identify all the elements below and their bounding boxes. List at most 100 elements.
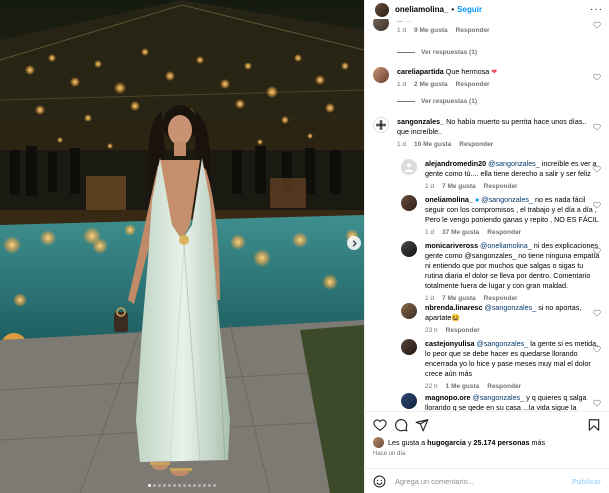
replies-line: [397, 52, 415, 53]
reply-button[interactable]: Responder: [446, 326, 480, 336]
liker-avatar[interactable]: [373, 437, 384, 448]
reply-mention[interactable]: @sangonzales_: [473, 393, 525, 402]
likes-joiner: y: [467, 438, 472, 447]
view-replies-toggle[interactable]: Ver respuestas (1): [397, 98, 477, 105]
commenter-username[interactable]: sangonzales_: [397, 117, 444, 126]
view-replies-label: Ver respuestas (1): [421, 49, 478, 56]
replier-avatar[interactable]: [401, 241, 417, 257]
like-reply-icon[interactable]: [593, 345, 601, 353]
header-separator: •: [451, 5, 455, 14]
reply-text: magnopo.ore @sangonzales_ y q quieres q …: [425, 393, 600, 411]
reply-text: nbrenda.linaresc @sangonzales_ si no apo…: [425, 303, 600, 323]
reply-mention[interactable]: @sangonzales_: [481, 195, 533, 204]
reply-likes[interactable]: 7 Me gusta: [442, 182, 476, 192]
commenter-avatar[interactable]: [373, 117, 389, 133]
slide-indicator: [0, 484, 364, 487]
likes-suffix: más: [531, 438, 546, 447]
comment-input[interactable]: [395, 476, 572, 486]
reply-item: castejonyulisa @sangonzales_ la gente si…: [401, 339, 600, 392]
more-options-icon[interactable]: ···: [590, 4, 603, 15]
replier-avatar[interactable]: [401, 393, 417, 409]
replies-line: [397, 101, 415, 102]
reply-button[interactable]: Responder: [456, 80, 490, 90]
default-user-icon: [404, 163, 414, 172]
share-icon[interactable]: [415, 418, 429, 432]
replier-username[interactable]: castejonyulisa: [425, 339, 475, 348]
reply-time: 22 h: [425, 383, 438, 390]
reply-likes[interactable]: 1 Me gusta: [446, 382, 480, 392]
reply-mention[interactable]: @sangonzales_: [485, 303, 537, 312]
slide-dot: [178, 484, 181, 487]
like-comment-icon[interactable]: [593, 73, 601, 81]
follow-button[interactable]: Seguir: [457, 5, 482, 14]
post-side-panel: oneliamolina_ • Seguir ··· ... ... 1 d 9…: [364, 0, 609, 493]
slide-dot: [208, 484, 211, 487]
post-comment-button[interactable]: Publicar: [572, 477, 601, 486]
post-actions: Les gusta a hugogarcia y 25.174 personas…: [365, 411, 609, 457]
reply-button[interactable]: Responder: [459, 140, 493, 150]
bookmark-icon[interactable]: [587, 418, 601, 432]
verified-author-icon: ●: [474, 195, 480, 204]
comment-body: careliapartida Que hermosa ❤ 1 d 2 Me gu…: [397, 67, 597, 90]
comment-icon[interactable]: [394, 418, 408, 432]
reply-body: magnopo.ore @sangonzales_ y q quieres q …: [425, 393, 600, 411]
comment-time: 1 d: [397, 141, 407, 148]
comment-likes[interactable]: 9 Me gusta: [414, 26, 448, 36]
reply-button[interactable]: Responder: [487, 228, 521, 238]
comments-list[interactable]: ... ... 1 d 9 Me gusta Responder Ver res…: [365, 19, 609, 411]
reply-item: nbrenda.linaresc @sangonzales_ si no apo…: [401, 303, 600, 336]
commenter-username[interactable]: careliapartida: [397, 67, 444, 76]
reply-body: nbrenda.linaresc @sangonzales_ si no apo…: [425, 303, 600, 336]
author-avatar[interactable]: [375, 2, 389, 17]
like-reply-icon[interactable]: [593, 201, 601, 209]
reply-likes[interactable]: 37 Me gusta: [442, 228, 479, 238]
reply-time: 1 d: [425, 229, 435, 236]
commenter-avatar[interactable]: [373, 67, 389, 83]
replier-username[interactable]: monicariveross: [425, 241, 478, 250]
replier-avatar[interactable]: [401, 303, 417, 319]
replier-username[interactable]: magnopo.ore: [425, 393, 471, 402]
like-comment-icon[interactable]: [593, 123, 601, 131]
commenter-avatar[interactable]: [373, 19, 389, 31]
reply-mention[interactable]: @sangonzales_: [477, 339, 529, 348]
next-slide-button[interactable]: [347, 236, 361, 250]
post-photo[interactable]: [0, 0, 364, 493]
slide-dot: [203, 484, 206, 487]
slide-dot: [173, 484, 176, 487]
reply-mention[interactable]: @sangonzales_: [488, 159, 540, 168]
like-reply-icon[interactable]: [593, 309, 601, 317]
like-reply-icon[interactable]: [593, 399, 601, 407]
liker-username[interactable]: hugogarcia: [427, 438, 466, 447]
flower-avatar-icon: [376, 120, 386, 130]
replier-avatar[interactable]: [401, 339, 417, 355]
reply-body: oneliamolina_ ● @sangonzales_ no es nada…: [425, 195, 600, 238]
like-reply-icon[interactable]: [593, 165, 601, 173]
like-icon[interactable]: [373, 418, 387, 432]
comment-content: Que hermosa: [445, 67, 490, 76]
slide-dot: [148, 484, 151, 487]
replier-username[interactable]: alejandromedin20: [425, 159, 486, 168]
likes-count[interactable]: 25.174 personas: [474, 438, 530, 447]
emoji-icon[interactable]: [373, 475, 386, 488]
reply-button[interactable]: Responder: [484, 182, 518, 192]
reply-button[interactable]: Responder: [456, 26, 490, 36]
replier-avatar[interactable]: [401, 159, 417, 175]
reply-button[interactable]: Responder: [487, 382, 521, 392]
reply-meta: 1 d 37 Me gusta Responder: [425, 228, 600, 238]
like-reply-icon[interactable]: [593, 247, 601, 255]
like-comment-icon[interactable]: [593, 21, 601, 29]
reply-text: alejandromedin20 @sangonzales_ increíble…: [425, 159, 600, 179]
post-header: oneliamolina_ • Seguir ···: [365, 0, 609, 19]
replier-avatar[interactable]: [401, 195, 417, 211]
view-replies-toggle[interactable]: Ver respuestas (1): [397, 49, 477, 56]
reply-text: castejonyulisa @sangonzales_ la gente si…: [425, 339, 600, 379]
author-username[interactable]: oneliamolina_: [395, 5, 448, 14]
replier-username[interactable]: oneliamolina_: [425, 195, 473, 204]
reply-body: alejandromedin20 @sangonzales_ increíble…: [425, 159, 600, 192]
comment-likes[interactable]: 2 Me gusta: [414, 80, 448, 90]
reply-mention[interactable]: @oneliamolina_: [480, 241, 532, 250]
replier-username[interactable]: nbrenda.linaresc: [425, 303, 483, 312]
comment-time: 1 d: [397, 81, 407, 88]
comment-likes[interactable]: 10 Me gusta: [414, 140, 451, 150]
slide-dot: [168, 484, 171, 487]
